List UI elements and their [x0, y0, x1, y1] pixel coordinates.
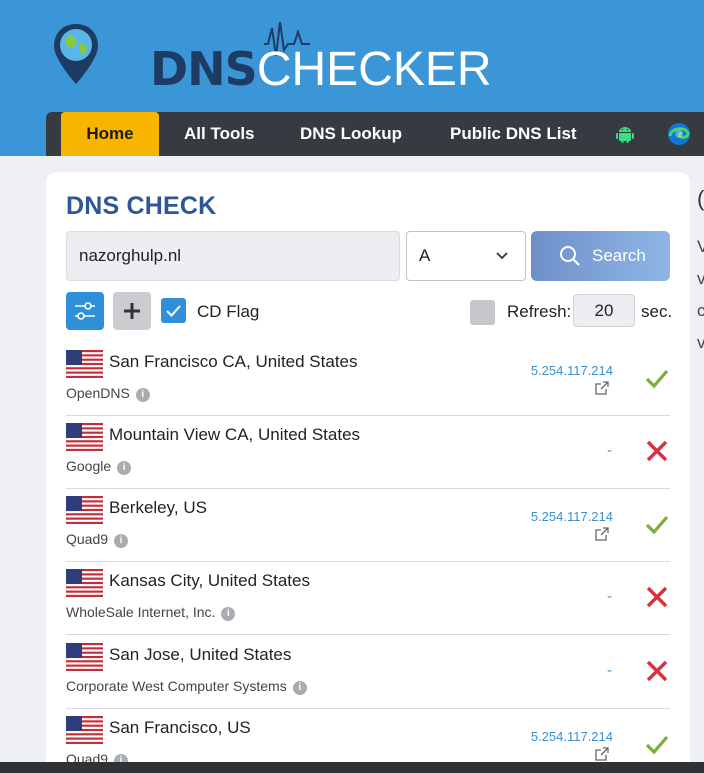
- record-type-value: A: [419, 246, 431, 265]
- search-icon: [560, 246, 580, 266]
- us-flag-icon: [66, 569, 103, 597]
- result-ip-link[interactable]: 5.254.117.214: [531, 363, 613, 378]
- cross-icon: [646, 660, 668, 682]
- chevron-down-icon: [496, 252, 508, 260]
- result-location: Berkeley, US: [109, 498, 207, 517]
- result-provider-name: Corporate West Computer Systems: [66, 678, 287, 694]
- bottom-scroll-bar: [0, 762, 704, 773]
- page-title: DNS CHECK: [66, 192, 217, 220]
- result-location: San Jose, United States: [109, 645, 292, 664]
- nav-public-dns-list[interactable]: Public DNS List: [450, 112, 577, 156]
- site-logo[interactable]: DNSCHECKER: [54, 14, 492, 96]
- android-icon[interactable]: [615, 124, 635, 144]
- svg-text:v: v: [697, 269, 704, 288]
- result-row: Mountain View CA, United States Google i -: [66, 416, 670, 489]
- result-provider: Google i: [66, 458, 132, 475]
- check-icon: [645, 735, 669, 755]
- result-location: San Francisco, US: [109, 718, 251, 737]
- us-flag-icon: [66, 496, 103, 524]
- domain-input[interactable]: [66, 231, 400, 281]
- result-ip-link[interactable]: 5.254.117.214: [531, 509, 613, 524]
- result-ip-link[interactable]: 5.254.117.214: [531, 729, 613, 744]
- logo-text-bold: DNS: [150, 42, 258, 96]
- refresh-label: Refresh:: [507, 302, 572, 321]
- nav-dns-lookup[interactable]: DNS Lookup: [300, 112, 402, 156]
- cross-icon: [646, 440, 668, 462]
- logo-wordmark: DNSCHECKER: [150, 42, 492, 97]
- result-provider-name: WholeSale Internet, Inc.: [66, 604, 216, 620]
- search-button[interactable]: Search: [531, 231, 670, 281]
- result-provider-name: Google: [66, 458, 112, 474]
- plus-icon: [124, 303, 140, 319]
- result-provider: WholeSale Internet, Inc. i: [66, 604, 236, 621]
- us-flag-icon: [66, 716, 103, 744]
- result-location: Mountain View CA, United States: [109, 425, 361, 444]
- us-flag-icon: [66, 350, 103, 378]
- side-panel-edge: ( V v c v: [697, 172, 704, 773]
- info-icon[interactable]: i: [135, 388, 150, 402]
- sliders-icon: [75, 302, 95, 320]
- result-ip-empty: -: [606, 589, 612, 605]
- check-icon: [645, 515, 669, 535]
- add-button[interactable]: [113, 292, 151, 330]
- svg-text:(: (: [697, 186, 704, 211]
- cd-flag-checkbox[interactable]: [161, 298, 186, 323]
- external-link-icon[interactable]: [594, 380, 610, 396]
- nav-all-tools[interactable]: All Tools: [184, 112, 255, 156]
- result-provider-name: OpenDNS: [66, 385, 130, 401]
- refresh-interval-input[interactable]: [573, 294, 635, 327]
- result-location: Kansas City, United States: [109, 571, 310, 590]
- edge-icon[interactable]: [667, 122, 691, 146]
- result-provider-name: Quad9: [66, 531, 109, 547]
- info-icon[interactable]: i: [292, 681, 307, 695]
- main-nav: Home All Tools DNS Lookup Public DNS Lis…: [46, 112, 704, 156]
- result-row: San Jose, United States Corporate West Co…: [66, 636, 670, 709]
- result-provider: Corporate West Computer Systems i: [66, 678, 307, 695]
- us-flag-icon: [66, 423, 103, 451]
- info-icon[interactable]: i: [114, 534, 129, 548]
- result-location: San Francisco CA, United States: [109, 352, 358, 371]
- svg-text:c: c: [697, 301, 704, 320]
- nav-home[interactable]: Home: [61, 112, 159, 156]
- result-provider: OpenDNS i: [66, 385, 150, 402]
- external-link-icon[interactable]: [594, 526, 610, 542]
- refresh-unit: sec.: [641, 302, 673, 321]
- svg-text:v: v: [697, 333, 704, 352]
- us-flag-icon: [66, 643, 103, 671]
- cross-icon: [646, 586, 668, 608]
- check-icon: [645, 369, 669, 389]
- settings-button[interactable]: [66, 292, 104, 330]
- info-icon[interactable]: i: [117, 461, 132, 475]
- result-ip-empty: -: [606, 663, 612, 679]
- logo-text-light: CHECKER: [256, 43, 492, 96]
- result-provider: Quad9 i: [66, 531, 129, 548]
- result-row: Kansas City, United States WholeSale Inte…: [66, 562, 670, 635]
- info-icon[interactable]: i: [221, 607, 236, 621]
- result-ip-empty: -: [606, 443, 612, 459]
- record-type-select[interactable]: A: [406, 231, 526, 281]
- refresh-checkbox[interactable]: [470, 300, 495, 325]
- search-button-label: Search: [592, 246, 646, 265]
- check-icon: [166, 305, 181, 317]
- svg-text:V: V: [697, 237, 704, 256]
- site-header: DNSCHECKER Home All Tools DNS Lookup Pub…: [0, 0, 704, 156]
- cd-flag-label: CD Flag: [197, 302, 260, 321]
- result-row: Berkeley, US Quad9 i 5.254.117.214: [66, 489, 670, 562]
- result-row: San Francisco CA, United States OpenDNS i 5…: [66, 343, 670, 416]
- external-link-icon[interactable]: [594, 746, 610, 762]
